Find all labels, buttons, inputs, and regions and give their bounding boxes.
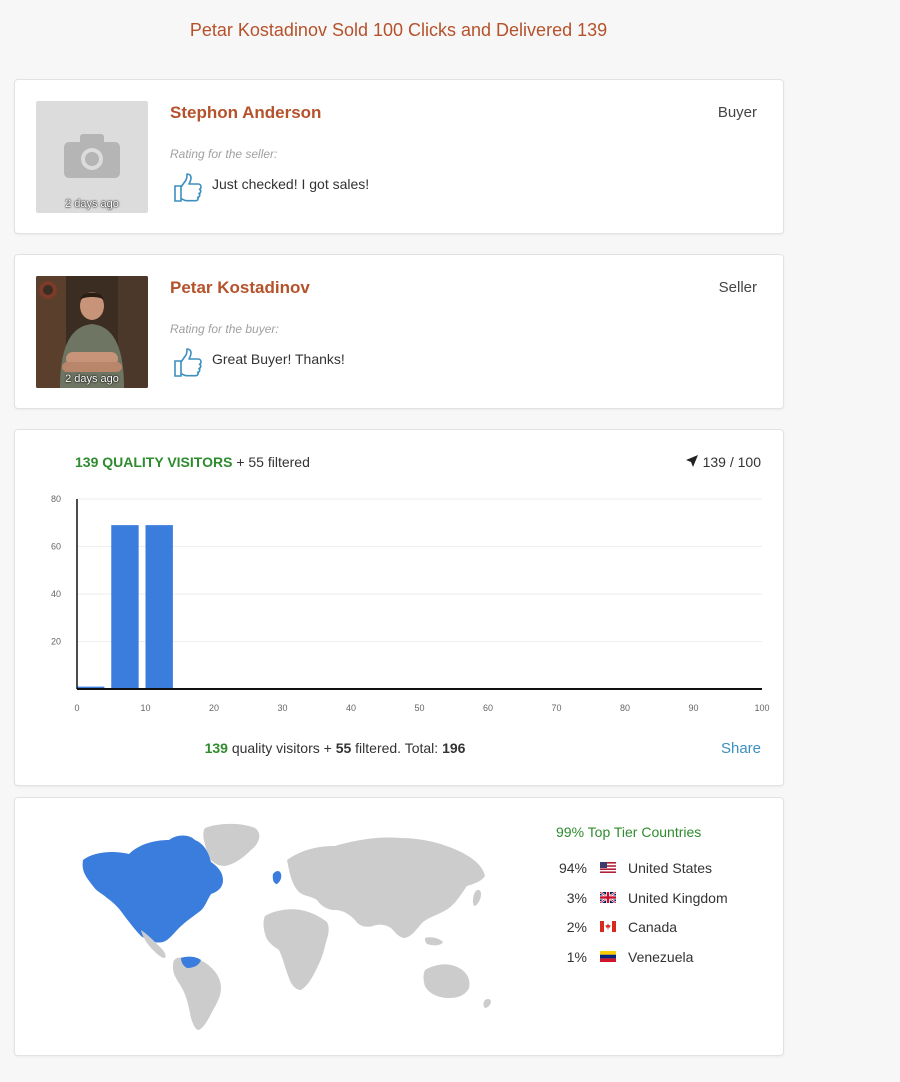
x-tick-label: 80: [620, 703, 630, 713]
country-name: Canada: [628, 919, 678, 935]
canada-flag-icon: [600, 921, 616, 932]
delivery-ratio: 139 / 100: [685, 454, 761, 470]
role-label: Buyer: [717, 104, 757, 121]
map-africa: [263, 909, 329, 990]
map-greenland: [203, 823, 260, 866]
summary-total-count: 196: [442, 740, 466, 756]
country-name: United Kingdom: [628, 889, 728, 906]
geo-card: 99% Top Tier Countries 94% United States…: [14, 797, 784, 1056]
country-row: 94% United States: [545, 860, 765, 890]
review-text: Great Buyer! Thanks!: [212, 351, 345, 367]
visitor-chart: 20 40 60 80 0 10 20 30 40 50 60 70 80 90 100: [51, 494, 770, 713]
summary-filtered-text: filtered. Total:: [355, 740, 439, 756]
chart-bar: [145, 525, 173, 689]
y-tick-label: 80: [51, 494, 61, 504]
reviewer-name[interactable]: Petar Kostadinov: [170, 278, 310, 298]
map-south-america: [173, 957, 221, 1030]
buyer-avatar[interactable]: 2 days ago: [36, 101, 148, 213]
ratio-value: 139 / 100: [702, 454, 761, 470]
x-tick-label: 50: [414, 703, 424, 713]
country-row: 1% Venezuela: [545, 949, 765, 979]
y-tick-label: 40: [51, 589, 61, 599]
stats-heading: 139 QUALITY VISITORS + 55 filtered: [75, 454, 310, 470]
world-map: [82, 823, 491, 1030]
country-row: 3% United Kingdom: [545, 890, 765, 920]
y-tick-label: 60: [51, 542, 61, 552]
x-tick-label: 40: [346, 703, 356, 713]
country-percent: 1%: [566, 948, 587, 965]
seller-avatar[interactable]: 2 days ago: [36, 276, 148, 388]
country-percent: 94%: [558, 860, 587, 876]
review-text: Just checked! I got sales!: [212, 176, 370, 192]
map-new-zealand: [483, 998, 491, 1008]
y-tick-label: 20: [51, 637, 61, 647]
x-tick-label: 20: [209, 703, 219, 713]
navigation-arrow-icon: [685, 455, 698, 467]
summary-filtered-count: 55: [335, 740, 352, 756]
role-label: Seller: [718, 279, 757, 296]
thumbs-up-icon: [174, 173, 202, 202]
map-australia: [423, 964, 470, 998]
seller-photo: [36, 276, 148, 388]
share-link[interactable]: Share: [721, 740, 761, 757]
map-north-america: [82, 835, 223, 943]
x-tick-label: 70: [551, 703, 561, 713]
x-tick-label: 30: [277, 703, 287, 713]
avatar-timestamp: 2 days ago: [65, 198, 119, 210]
thumbs-up-icon: [174, 348, 202, 377]
chart-bar: [111, 525, 139, 689]
top-tier-heading: 99% Top Tier Countries: [556, 824, 702, 840]
page-title: Petar Kostadinov Sold 100 Clicks and Del…: [189, 20, 608, 40]
map-japan: [472, 889, 481, 906]
quality-visitors-label: 139 QUALITY VISITORS: [75, 454, 233, 470]
country-name: United States: [628, 860, 713, 876]
visitor-stats-card: 139 QUALITY VISITORS + 55 filtered 139 /…: [14, 429, 784, 786]
country-row: 2% Canada: [545, 919, 765, 949]
seller-review-card: 2 days ago Petar Kostadinov Seller Ratin…: [14, 254, 784, 409]
camera-icon: [64, 134, 120, 178]
summary-quality-text: quality visitors +: [231, 740, 332, 756]
x-tick-label: 100: [754, 703, 769, 713]
us-flag-icon: [600, 862, 616, 873]
x-tick-label: 90: [688, 703, 698, 713]
reviewer-name[interactable]: Stephon Anderson: [170, 103, 321, 123]
country-percent: 2%: [566, 919, 587, 935]
stats-summary: 139 quality visitors + 55 filtered. Tota…: [15, 740, 655, 756]
country-name: Venezuela: [628, 948, 694, 965]
country-list: 94% United States 3% United Kingdom 2% C…: [545, 860, 765, 978]
summary-quality-count: 139: [204, 740, 228, 756]
buyer-review-card: 2 days ago Stephon Anderson Buyer Rating…: [14, 79, 784, 234]
avatar-timestamp: 2 days ago: [65, 373, 119, 385]
uk-flag-icon: [600, 891, 616, 903]
x-tick-label: 0: [74, 703, 79, 713]
rating-label: Rating for the buyer:: [170, 322, 279, 336]
rating-label: Rating for the seller:: [170, 147, 278, 161]
venezuela-flag-icon: [600, 950, 616, 962]
map-indonesia: [425, 937, 443, 946]
x-tick-label: 10: [140, 703, 150, 713]
filtered-label: + 55 filtered: [236, 454, 310, 470]
map-uk: [272, 871, 282, 884]
country-percent: 3%: [566, 889, 587, 906]
x-tick-label: 60: [483, 703, 493, 713]
